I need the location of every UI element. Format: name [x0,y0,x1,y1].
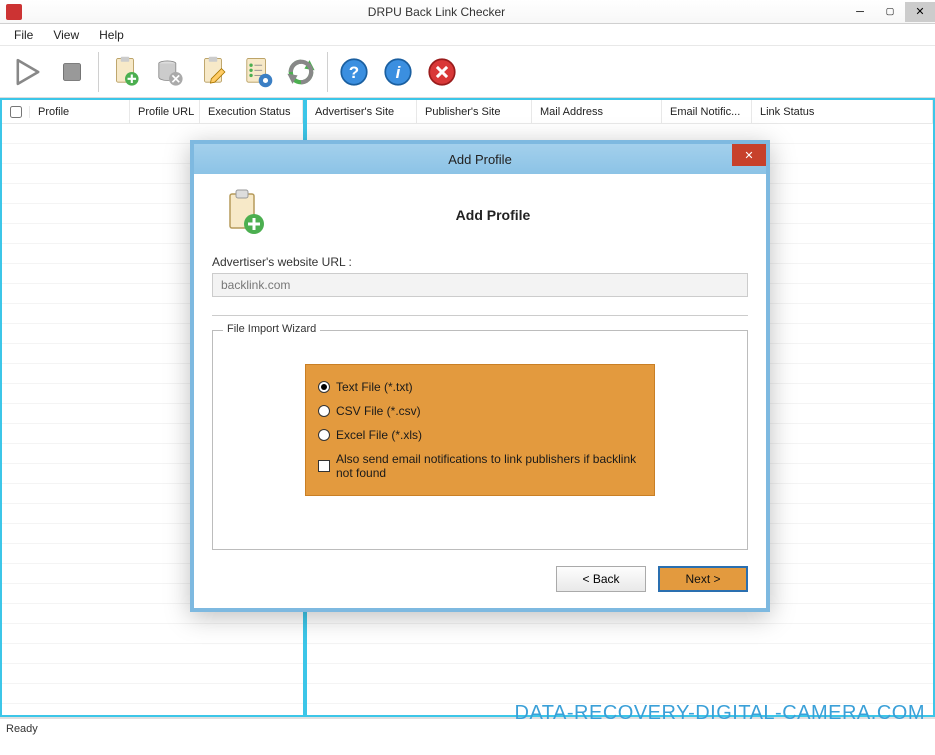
stop-button[interactable] [50,50,94,94]
table-row [307,644,933,664]
window-controls [845,2,935,22]
option-csv-file[interactable]: CSV File (*.csv) [318,399,642,423]
col-exec-status[interactable]: Execution Status [200,100,303,123]
window-titlebar: DRPU Back Link Checker [0,0,935,24]
menu-help[interactable]: Help [89,25,134,45]
advertiser-url-input[interactable] [212,273,748,297]
option-label: Text File (*.txt) [336,380,413,394]
svg-text:?: ? [349,62,359,81]
close-button[interactable] [905,2,935,22]
file-import-fieldset: File Import Wizard Text File (*.txt) CSV… [212,330,748,550]
menu-view[interactable]: View [43,25,89,45]
minimize-button[interactable] [845,2,875,22]
option-label: Excel File (*.xls) [336,428,422,442]
toolbar-separator [327,52,328,92]
settings-list-button[interactable] [235,50,279,94]
delete-button[interactable] [147,50,191,94]
option-email-notify[interactable]: Also send email notifications to link pu… [318,447,642,485]
back-button[interactable]: < Back [556,566,646,592]
window-title: DRPU Back Link Checker [28,5,845,19]
col-mail[interactable]: Mail Address [532,100,662,123]
dialog-titlebar: Add Profile ✕ [194,144,766,174]
left-headers: Profile Profile URL Execution Status [2,100,303,124]
menu-file[interactable]: File [4,25,43,45]
option-label: Also send email notifications to link pu… [336,452,642,480]
col-profile-url[interactable]: Profile URL [130,100,200,123]
next-button[interactable]: Next > [658,566,748,592]
dialog-footer: < Back Next > [212,566,748,592]
maximize-button[interactable] [875,2,905,22]
col-publisher[interactable]: Publisher's Site [417,100,532,123]
radio-icon [318,381,330,393]
radio-icon [318,405,330,417]
edit-profile-button[interactable] [191,50,235,94]
radio-icon [318,429,330,441]
col-advertiser[interactable]: Advertiser's Site [307,100,417,123]
toolbar: ? i [0,46,935,98]
help-button[interactable]: ? [332,50,376,94]
col-profile[interactable]: Profile [30,100,130,123]
clipboard-add-icon [220,188,268,241]
right-headers: Advertiser's Site Publisher's Site Mail … [307,100,933,124]
table-row [307,664,933,684]
option-text-file[interactable]: Text File (*.txt) [318,375,642,399]
table-row [307,624,933,644]
exit-button[interactable] [420,50,464,94]
checkbox-icon [318,460,330,472]
select-all-checkbox[interactable] [2,106,30,118]
dialog-header: Add Profile [212,188,748,241]
dialog-body: Add Profile Advertiser's website URL : F… [194,174,766,608]
file-options-box: Text File (*.txt) CSV File (*.csv) Excel… [305,364,655,496]
add-profile-dialog: Add Profile ✕ Add Profile Advertiser's w… [190,140,770,612]
status-text: Ready [6,723,38,735]
add-profile-button[interactable] [103,50,147,94]
col-email-notif[interactable]: Email Notific... [662,100,752,123]
play-button[interactable] [6,50,50,94]
table-row [2,664,303,684]
refresh-button[interactable] [279,50,323,94]
table-row [2,624,303,644]
url-label: Advertiser's website URL : [212,255,748,269]
app-icon [6,4,22,20]
table-row [2,684,303,704]
menu-bar: File View Help [0,24,935,46]
toolbar-separator [98,52,99,92]
dialog-close-button[interactable]: ✕ [732,144,766,166]
watermark-text: DATA-RECOVERY-DIGITAL-CAMERA.COM [515,702,926,725]
option-excel-file[interactable]: Excel File (*.xls) [318,423,642,447]
info-button[interactable]: i [376,50,420,94]
dialog-heading: Add Profile [298,207,748,223]
option-label: CSV File (*.csv) [336,404,421,418]
fieldset-legend: File Import Wizard [223,323,320,335]
dialog-title: Add Profile [194,152,766,167]
divider [212,315,748,316]
table-row [2,644,303,664]
table-row [307,684,933,704]
col-link-status[interactable]: Link Status [752,100,933,123]
